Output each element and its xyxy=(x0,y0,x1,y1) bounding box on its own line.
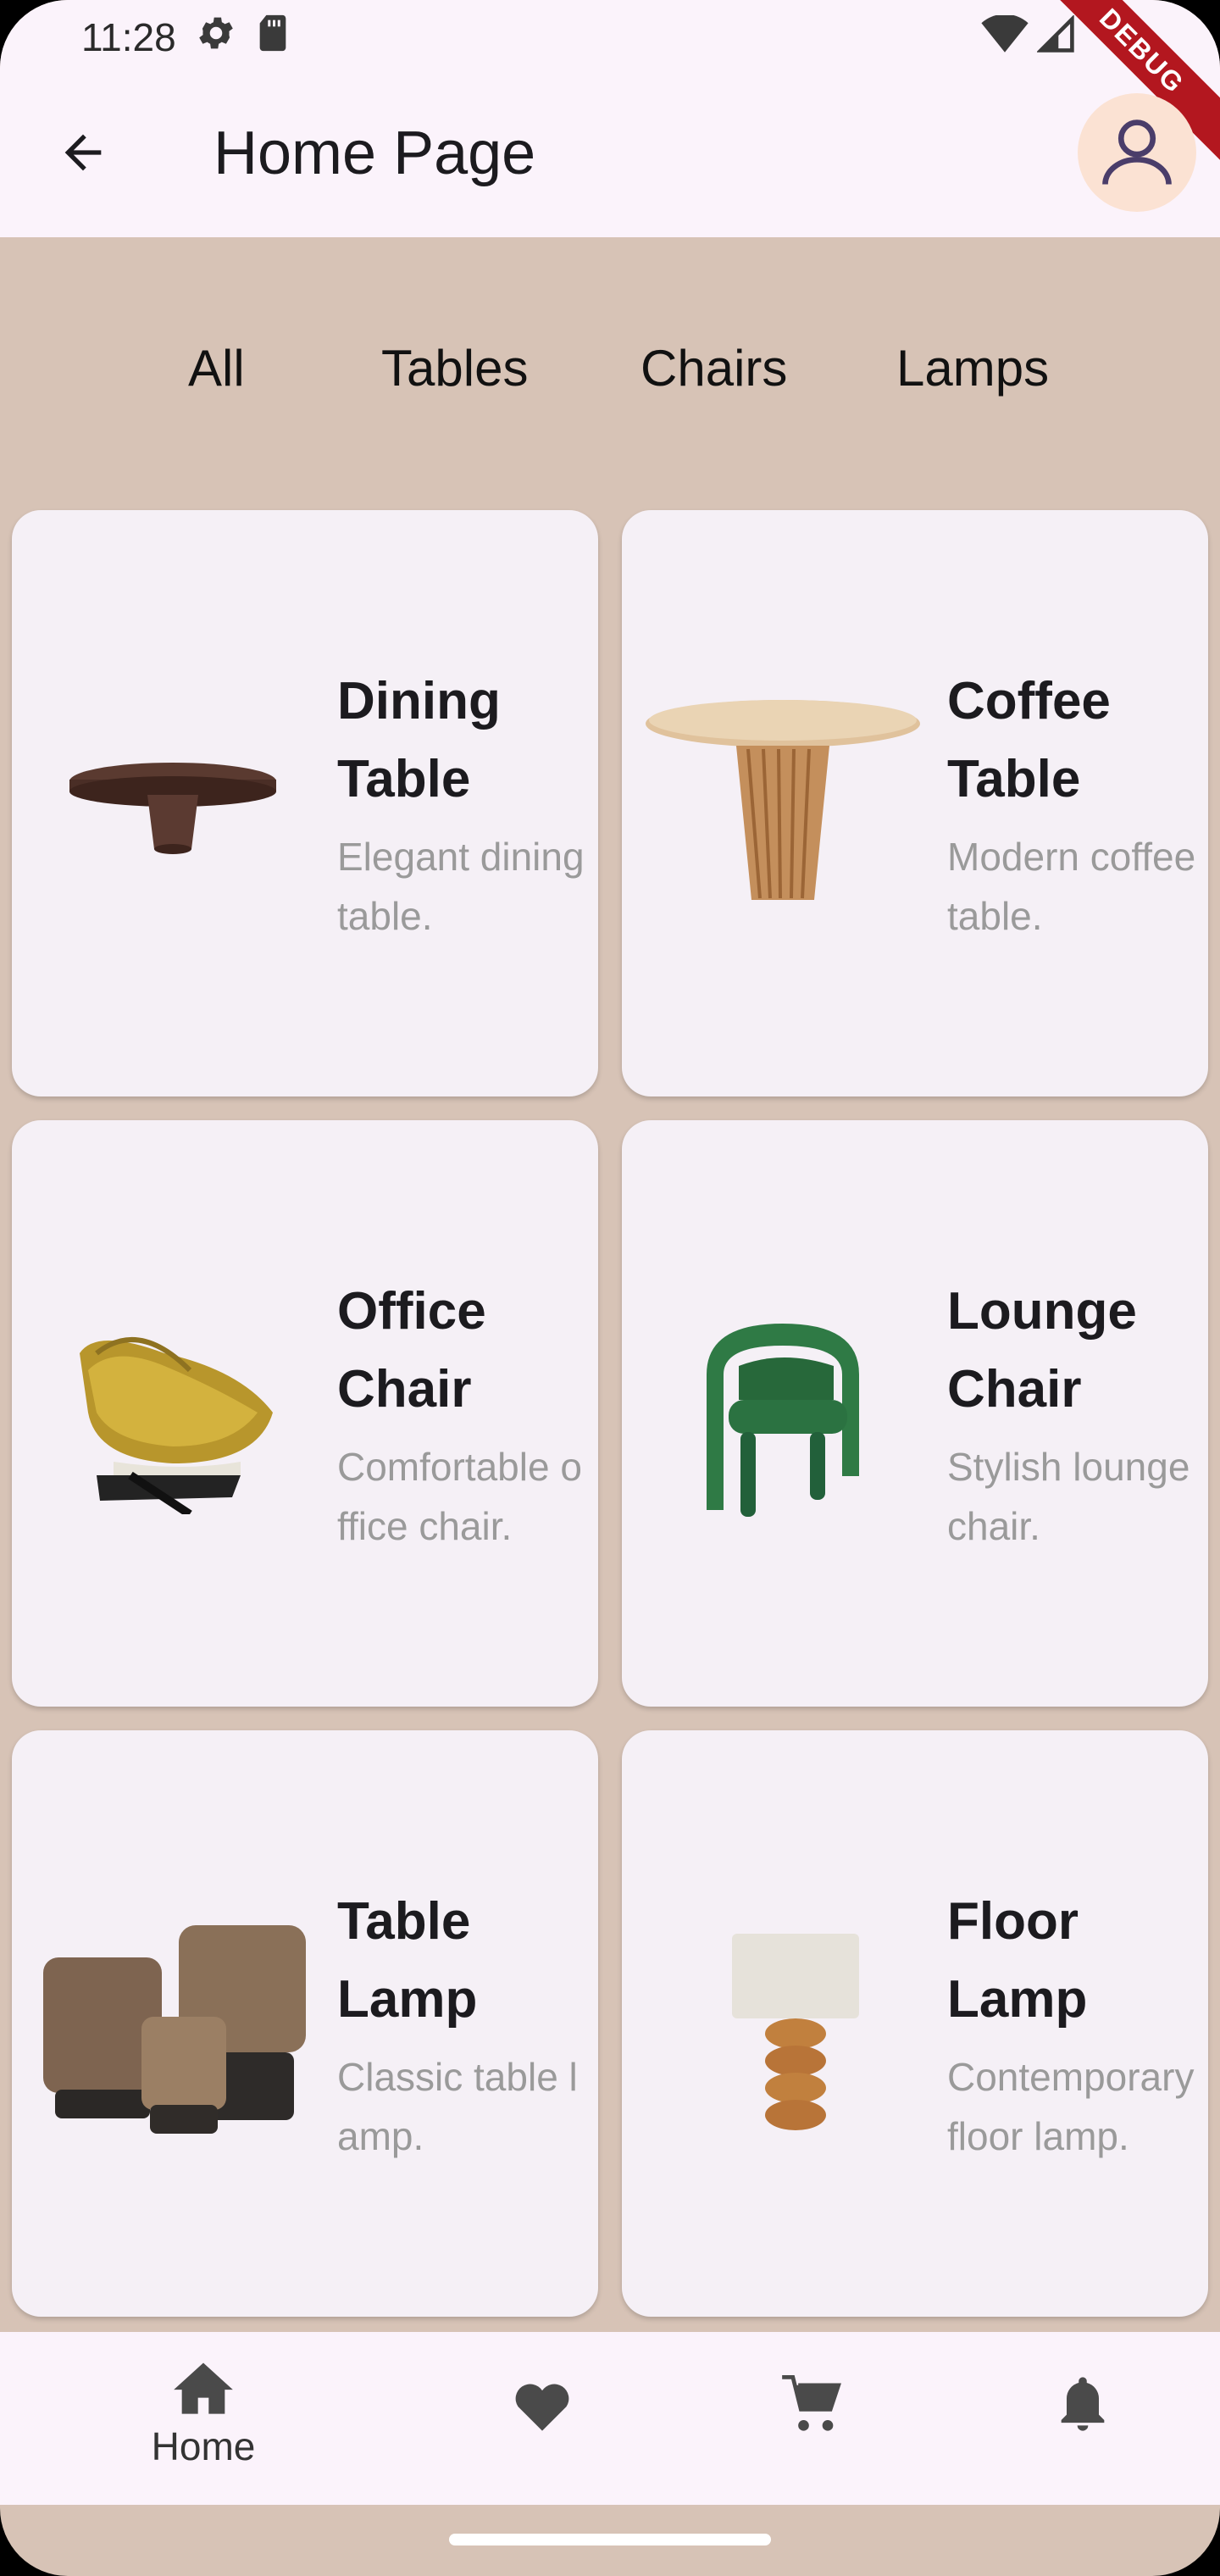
coffee-table-image xyxy=(639,646,927,968)
tab-chairs[interactable]: Chairs xyxy=(640,322,787,415)
product-card-office-chair[interactable]: Office Chair Comfortable office chair. xyxy=(12,1120,598,1707)
lounge-chair-image xyxy=(639,1256,927,1578)
signal-icon xyxy=(1036,14,1076,58)
product-name: Lounge Chair xyxy=(947,1282,1137,1418)
nav-favorites[interactable] xyxy=(458,2374,627,2501)
back-button[interactable] xyxy=(49,119,117,186)
floor-lamp-image xyxy=(639,1866,927,2188)
category-tabs: All Tables Chairs Lamps xyxy=(0,322,1220,415)
office-chair-image xyxy=(29,1256,317,1578)
settings-icon xyxy=(195,12,237,64)
product-description: Comfortable office chair. xyxy=(337,1445,582,1548)
product-card-dining-table[interactable]: Dining Table Elegant dining table. xyxy=(12,510,598,1096)
table-lamp-image xyxy=(29,1866,317,2188)
product-card-table-lamp[interactable]: Table Lamp Classic table lamp. xyxy=(12,1730,598,2317)
bottom-navigation-bar: Home xyxy=(0,2332,1220,2505)
status-bar: 11:28 xyxy=(81,12,290,63)
home-icon xyxy=(174,2362,233,2414)
gesture-home-indicator[interactable] xyxy=(449,2534,771,2545)
product-description: Stylish lounge chair. xyxy=(947,1445,1190,1548)
tab-all[interactable]: All xyxy=(188,322,245,415)
product-name: Table Lamp xyxy=(337,1892,478,2029)
product-card-coffee-table[interactable]: Coffee Table Modern coffee table. xyxy=(622,510,1208,1096)
product-description: Modern coffee table. xyxy=(947,835,1196,938)
person-icon xyxy=(1102,119,1172,185)
product-card-floor-lamp[interactable]: Floor Lamp Contemporary floor lamp. xyxy=(622,1730,1208,2317)
phone-screen: 11:28 DEBUG Home Page All Tables Chairs … xyxy=(0,0,1220,2576)
status-icons xyxy=(981,14,1076,58)
product-description: Classic table lamp. xyxy=(337,2055,578,2158)
product-name: Floor Lamp xyxy=(947,1892,1088,2029)
profile-avatar-button[interactable] xyxy=(1078,93,1196,212)
product-description: Elegant dining table. xyxy=(337,835,585,938)
bell-icon xyxy=(1061,2377,1105,2431)
nav-notifications[interactable] xyxy=(998,2374,1167,2501)
product-name: Dining Table xyxy=(337,672,501,808)
page-title: Home Page xyxy=(214,119,536,187)
wifi-icon xyxy=(981,14,1029,58)
nav-home[interactable]: Home xyxy=(119,2357,288,2484)
nav-home-label: Home xyxy=(151,2424,256,2468)
status-time: 11:28 xyxy=(81,15,176,59)
cart-icon xyxy=(782,2374,841,2431)
product-name: Coffee Table xyxy=(947,672,1111,808)
product-card-lounge-chair[interactable]: Lounge Chair Stylish lounge chair. xyxy=(622,1120,1208,1707)
tab-tables[interactable]: Tables xyxy=(381,322,528,415)
tab-lamps[interactable]: Lamps xyxy=(896,322,1049,415)
product-name: Office Chair xyxy=(337,1282,486,1418)
dining-table-image xyxy=(29,646,317,968)
product-description: Contemporary floor lamp. xyxy=(947,2055,1195,2158)
heart-icon xyxy=(515,2384,569,2431)
arrow-back-icon xyxy=(64,134,102,171)
nav-cart[interactable] xyxy=(727,2374,896,2501)
app-bar: 11:28 DEBUG Home Page xyxy=(0,0,1220,237)
sd-card-icon xyxy=(256,14,290,62)
